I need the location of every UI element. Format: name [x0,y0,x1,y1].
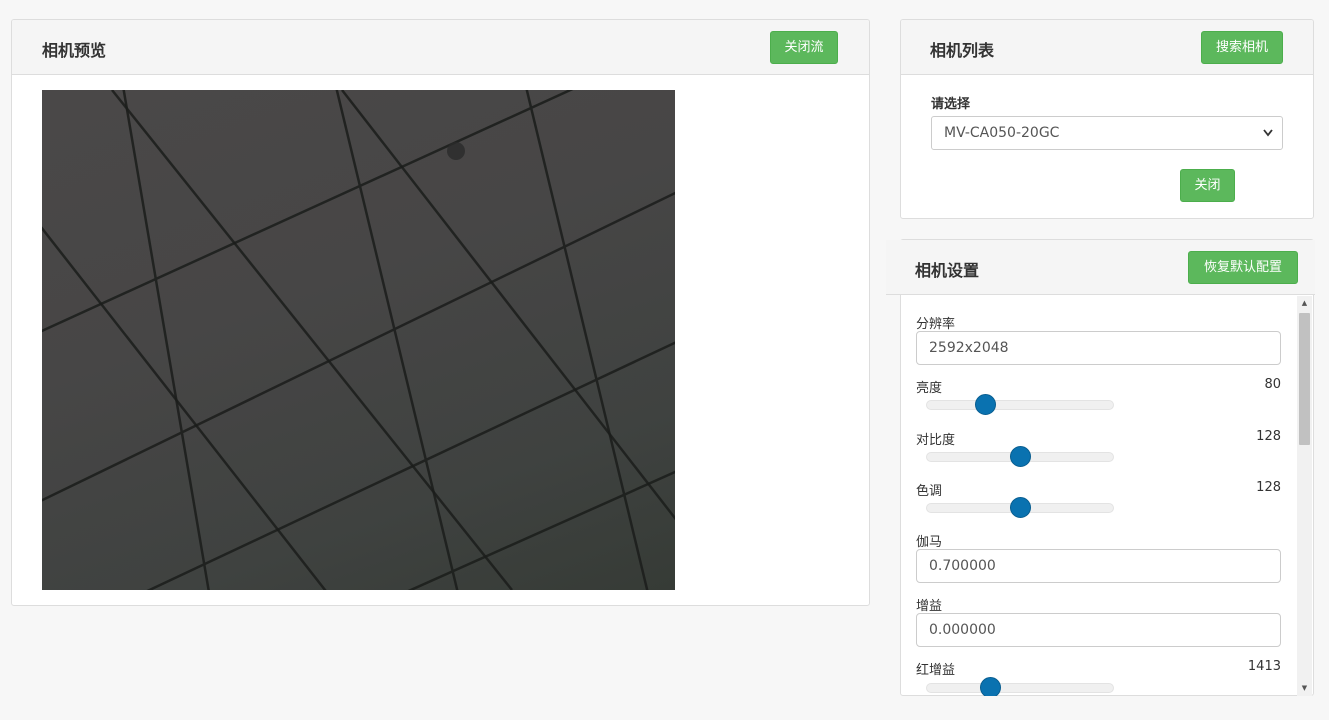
sensor-dust-spot [447,142,465,160]
red-gain-slider[interactable] [926,677,1114,696]
close-stream-button[interactable]: 关闭流 [770,31,838,64]
camera-stream-grid [42,90,675,590]
camera-settings-title: 相机设置 [915,261,980,280]
hue-label: 色调 [916,484,943,499]
camera-stream-image [42,90,675,590]
gamma-label: 伽马 [916,535,943,550]
contrast-value: 128 [1256,429,1281,444]
camera-preview-panel: 相机预览 关闭流 [11,19,870,606]
settings-scrollbar[interactable]: ▲ ▼ [1297,296,1312,696]
brightness-label: 亮度 [916,381,943,396]
scroll-up-arrow-icon[interactable]: ▲ [1297,296,1312,311]
chevron-down-icon [1262,117,1274,161]
camera-settings-header: 相机设置 恢复默认配置 [886,240,1315,295]
contrast-slider[interactable] [926,446,1114,467]
camera-list-panel: 相机列表 搜索相机 请选择 MV-CA050-20GC 关闭 [900,19,1314,219]
hue-slider-handle[interactable] [1010,497,1031,518]
hue-slider[interactable] [926,497,1114,518]
camera-select-label: 请选择 [931,97,971,112]
gain-label: 增益 [916,599,943,614]
camera-settings-panel: 相机设置 恢复默认配置 分辨率 2592x2048 亮度 80 对比度 128 … [886,239,1315,696]
red-gain-value: 1413 [1247,659,1281,674]
camera-select[interactable]: MV-CA050-20GC [931,116,1283,150]
contrast-label: 对比度 [916,433,956,448]
search-camera-button[interactable]: 搜索相机 [1201,31,1283,64]
camera-list-header: 相机列表 搜索相机 [901,20,1313,75]
hue-value: 128 [1256,480,1281,495]
contrast-slider-handle[interactable] [1010,446,1031,467]
brightness-value: 80 [1264,377,1281,392]
brightness-slider[interactable] [926,394,1114,415]
restore-defaults-button[interactable]: 恢复默认配置 [1188,251,1298,284]
brightness-slider-handle[interactable] [974,394,996,415]
gamma-input[interactable]: 0.700000 [916,549,1281,583]
gain-input[interactable]: 0.000000 [916,613,1281,647]
resolution-label: 分辨率 [916,317,956,332]
close-camera-button[interactable]: 关闭 [1180,169,1235,202]
camera-preview-header: 相机预览 关闭流 [12,20,869,75]
camera-select-value: MV-CA050-20GC [944,125,1060,141]
camera-preview-title: 相机预览 [42,41,107,60]
camera-list-title: 相机列表 [930,41,995,60]
settings-scrollbar-thumb[interactable] [1299,313,1310,445]
scroll-down-arrow-icon[interactable]: ▼ [1297,681,1312,696]
red-gain-slider-handle[interactable] [980,677,1002,696]
resolution-input[interactable]: 2592x2048 [916,331,1281,365]
red-gain-label: 红增益 [916,663,956,678]
camera-settings-body[interactable]: 分辨率 2592x2048 亮度 80 对比度 128 色调 128 伽马 0.… [901,296,1313,696]
